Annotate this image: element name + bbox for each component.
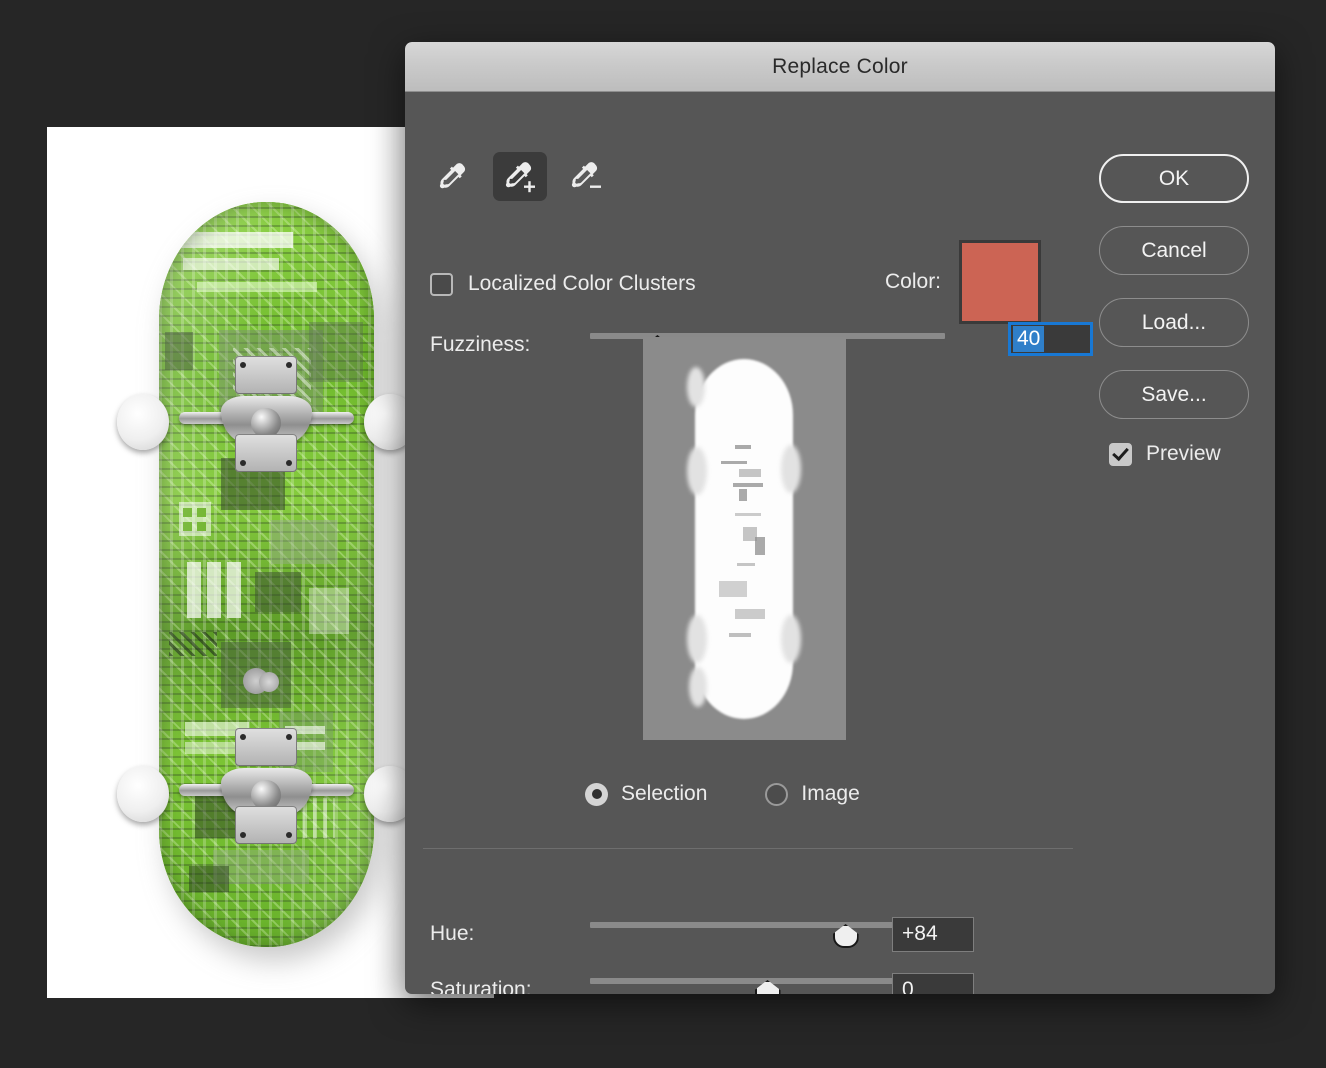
hue-input[interactable]: +84 (892, 916, 974, 952)
eyedropper-icon-button[interactable] (427, 152, 481, 201)
color-label: Color: (885, 270, 942, 293)
ok-button[interactable]: OK (1099, 154, 1249, 203)
eyedropper-add-icon-button[interactable] (493, 152, 547, 201)
wheel-rear-left (117, 766, 169, 822)
wheel-front-left (117, 394, 169, 450)
save-button[interactable]: Save... (1099, 370, 1249, 419)
skateboard-image (117, 202, 416, 961)
hue-slider-handle[interactable] (833, 924, 859, 948)
saturation-label: Saturation: (430, 978, 532, 994)
radio-selection[interactable]: Selection (585, 782, 707, 806)
dialog-title: Replace Color (772, 54, 908, 78)
mask-nub (687, 447, 707, 495)
mask-nub (687, 615, 707, 663)
fuzziness-input[interactable]: 40 (1008, 322, 1093, 356)
mask-nub (689, 667, 707, 707)
localized-color-clusters-checkbox[interactable] (430, 272, 453, 296)
selection-preview-thumbnail[interactable] (643, 337, 846, 740)
section-divider (423, 848, 1073, 849)
radio-image-label: Image (801, 782, 860, 805)
color-sample-row: Color: (885, 240, 1042, 324)
hue-row: Hue: +84 (430, 916, 974, 952)
mask-nub (781, 615, 801, 663)
load-button[interactable]: Load... (1099, 298, 1249, 347)
eyedropper-subtract-icon (571, 161, 601, 188)
localized-color-clusters-row[interactable]: Localized Color Clusters (430, 272, 696, 296)
localized-color-clusters-label: Localized Color Clusters (468, 272, 696, 295)
truck-baseplate-bottom (235, 434, 297, 472)
cancel-button[interactable]: Cancel (1099, 226, 1249, 275)
saturation-input[interactable]: 0 (892, 972, 974, 994)
mask-nub (781, 445, 801, 493)
saturation-slider-handle[interactable] (755, 980, 781, 994)
skateboard-truck-rear (117, 728, 416, 852)
mask-nub (687, 367, 705, 407)
eyedropper-tool-group (427, 152, 613, 201)
eyedropper-icon (439, 162, 466, 188)
truck-baseplate-top (235, 356, 297, 394)
preview-label: Preview (1146, 442, 1221, 465)
dialog-body: Color: Localized Color Clusters Fuzzines… (405, 92, 1275, 994)
preview-checkbox[interactable] (1109, 442, 1132, 466)
color-swatch[interactable] (959, 240, 1042, 324)
radio-selection-label: Selection (621, 782, 708, 805)
truck-baseplate-bottom (235, 806, 297, 844)
eyedropper-subtract-icon-button[interactable] (559, 152, 613, 201)
saturation-row: Saturation: 0 (430, 972, 974, 994)
replace-color-dialog: Replace Color Color: Localized Color Clu… (405, 42, 1275, 994)
fuzziness-value: 40 (1013, 326, 1045, 352)
skateboard-truck-front (117, 356, 416, 480)
radio-image-button[interactable] (765, 782, 789, 806)
dialog-titlebar[interactable]: Replace Color (405, 42, 1275, 92)
preview-mode-radio-group: Selection Image (585, 782, 860, 806)
radio-image[interactable]: Image (765, 782, 860, 806)
dialog-button-column: OK Cancel Load... Save... Preview (1099, 154, 1251, 466)
fuzziness-label: Fuzziness: (430, 333, 531, 356)
eyedropper-add-icon (505, 161, 535, 192)
preview-row[interactable]: Preview (1109, 442, 1251, 466)
hue-label: Hue: (430, 922, 475, 945)
radio-selection-button[interactable] (585, 782, 608, 806)
truck-baseplate-top (235, 728, 297, 766)
